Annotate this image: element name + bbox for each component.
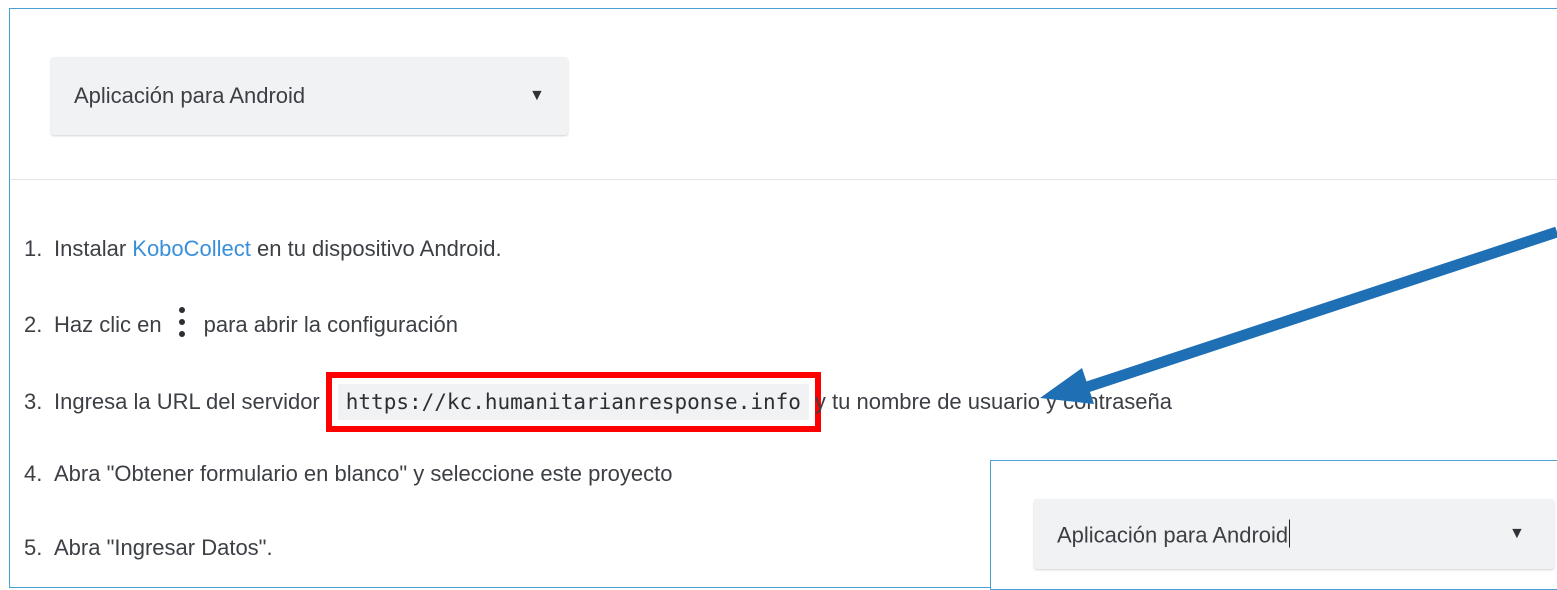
kebab-menu-icon — [176, 305, 186, 341]
text-cursor — [1289, 519, 1291, 548]
step-number: 2. — [24, 312, 43, 337]
step-2: 2. Haz clic en para abrir la configuración — [24, 307, 458, 341]
caret-down-icon: ▼ — [529, 87, 545, 104]
caret-down-icon: ▼ — [1509, 525, 1525, 542]
step-text: Haz clic en — [54, 312, 162, 337]
step-3: 3. Ingresa la URL del servidor https://kc.… — [24, 372, 1173, 432]
step-text: y tu nombre de usuario y contraseña — [814, 389, 1173, 414]
step-number: 3. — [24, 389, 43, 414]
platform-selector-section: Aplicación para Android ▼ — [10, 9, 1557, 180]
step-4: 4. Abra "Obtener formulario en blanco" y … — [24, 459, 673, 489]
kobocollect-link[interactable]: KoboCollect — [132, 236, 251, 261]
step-1: 1. Instalar KoboCollect en tu dispositivo… — [24, 234, 502, 264]
step-5: 5. Abra "Ingresar Datos". — [24, 533, 273, 563]
popup-platform-select[interactable]: Aplicación para Android ▼ — [1034, 499, 1554, 569]
platform-select-popup: Aplicación para Android ▼ — [990, 460, 1557, 590]
step-number: 4. — [24, 461, 43, 486]
step-text: Ingresa la URL del servidor — [54, 389, 320, 414]
server-url[interactable]: https://kc.humanitarianresponse.info — [325, 372, 821, 432]
step-number: 5. — [24, 535, 43, 560]
platform-select[interactable]: Aplicación para Android ▼ — [51, 57, 568, 135]
step-text: Instalar — [54, 236, 133, 261]
step-number: 1. — [24, 236, 43, 261]
step-text: Abra "Obtener formulario en blanco" y se… — [54, 461, 673, 486]
popup-select-value: Aplicación para Android — [1057, 519, 1291, 549]
step-text: en tu dispositivo Android. — [250, 236, 502, 261]
step-text: para abrir la configuración — [203, 312, 458, 337]
step-text: Abra "Ingresar Datos". — [54, 535, 273, 560]
platform-select-value: Aplicación para Android — [74, 83, 306, 108]
